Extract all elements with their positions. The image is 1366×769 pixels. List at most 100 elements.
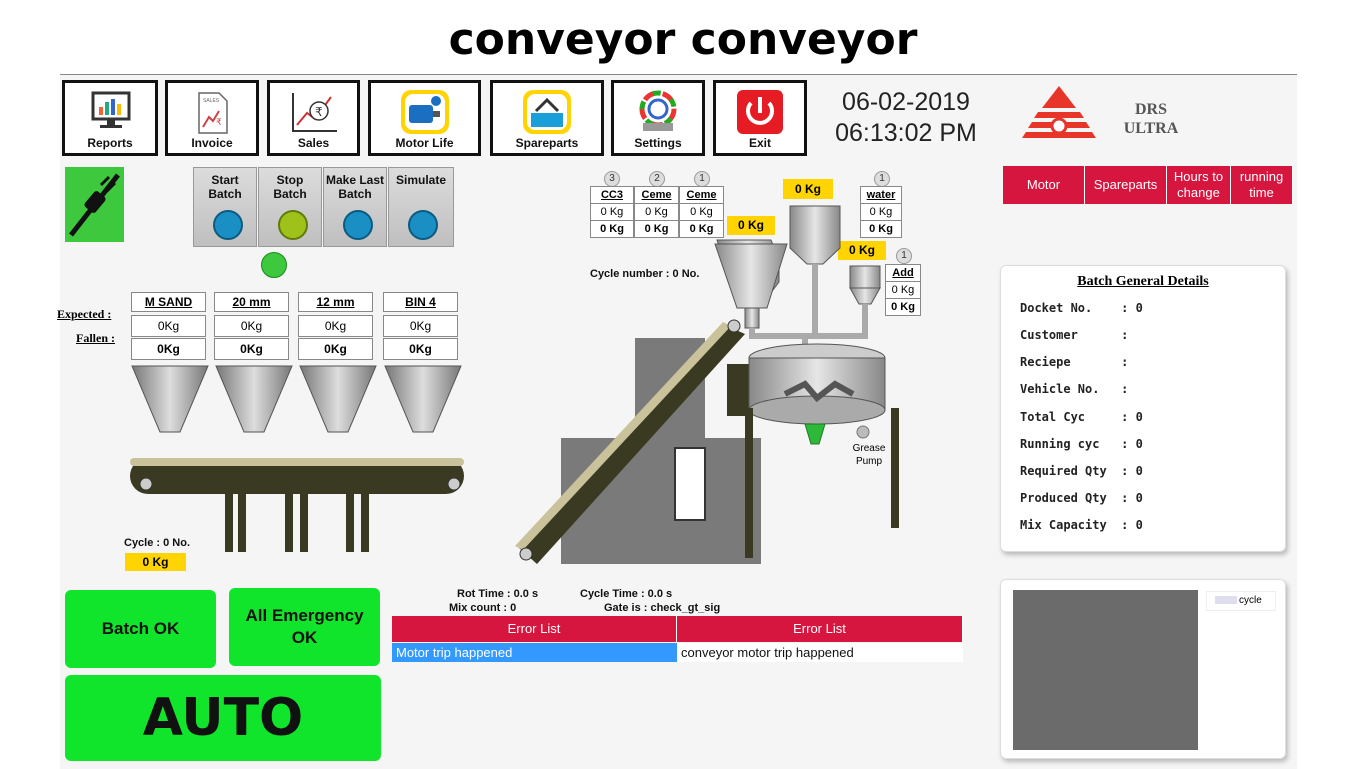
auto-mode-button[interactable]: AUTO: [65, 675, 381, 761]
spareparts-icon: [523, 90, 571, 134]
sales-button[interactable]: ₹ Sales: [267, 80, 360, 156]
motor-life-icon: [400, 90, 449, 134]
make-last-batch-button[interactable]: Make Last Batch: [323, 167, 387, 247]
error-item[interactable]: conveyor motor trip happened: [677, 643, 963, 662]
error-list-header: Error List: [392, 616, 677, 642]
tab-motor[interactable]: Motor: [1003, 166, 1085, 204]
error-item[interactable]: Motor trip happened: [392, 643, 677, 662]
fallen-label: Fallen :: [76, 331, 115, 345]
cycle-weight: 0 Kg: [125, 553, 186, 571]
plug-disconnected-icon[interactable]: [65, 167, 124, 242]
svg-text:₹: ₹: [216, 118, 222, 128]
brand-name: DRS ULTRA: [1116, 100, 1186, 138]
aggregate-bins-conveyor: [130, 365, 464, 552]
tab-spareparts[interactable]: Spareparts: [1085, 166, 1167, 204]
stop-batch-knob-icon: [278, 210, 308, 240]
water-number: 1: [874, 171, 890, 187]
time-text: 06:13:02 PM: [835, 119, 977, 147]
chart-legend: cycle: [1206, 591, 1276, 611]
grease-pump-label: Grease Pump: [852, 443, 886, 467]
make-last-batch-knob-icon: [343, 210, 373, 240]
invoice-icon-text: SALES: [203, 98, 220, 104]
cycle-chart-card: cycle: [1000, 579, 1286, 759]
make-last-batch-label: Make Last Batch: [325, 173, 385, 201]
expected-label: Expected :: [57, 307, 112, 321]
exit-label: Exit: [748, 136, 771, 150]
start-batch-knob-icon: [213, 210, 243, 240]
rot-time: Rot Time : 0.0 s: [457, 588, 539, 600]
bin-expected: 0Kg: [214, 315, 289, 337]
cement-number: 1: [694, 171, 710, 187]
error-list-header: Error List: [677, 616, 963, 642]
bin-name: 12 mm: [298, 292, 373, 312]
datetime-display: 06-02-2019 06:13:02 PM: [822, 88, 990, 148]
bin-fallen: 0Kg: [383, 338, 458, 360]
start-batch-button[interactable]: Start Batch: [193, 167, 257, 247]
mix-capacity-row: Mix Capacity : 0: [1020, 518, 1143, 532]
reports-label: Reports: [87, 136, 133, 150]
tab-running-time[interactable]: running time: [1231, 166, 1293, 204]
power-icon: [737, 90, 783, 134]
spareparts-label: Spareparts: [515, 136, 579, 150]
bin-fallen: 0Kg: [214, 338, 289, 360]
brand-logo: [1022, 86, 1096, 138]
vehicle-row: Vehicle No. :: [1020, 382, 1129, 396]
running-cyc-row: Running cyc : 0: [1020, 437, 1143, 451]
motor-life-label: Motor Life: [395, 136, 454, 150]
legend-swatch-icon: [1215, 596, 1237, 605]
tab-hours-to-change[interactable]: Hours to change: [1167, 166, 1231, 204]
page-title: conveyor conveyor: [448, 14, 918, 65]
produced-qty-row: Produced Qty : 0: [1020, 491, 1143, 505]
chart-plot-area: [1013, 590, 1198, 750]
simulate-label: Simulate: [395, 173, 446, 187]
invoice-label: Invoice: [191, 136, 233, 150]
timer-icon[interactable]: [261, 252, 287, 278]
motor-life-button[interactable]: Motor Life: [368, 80, 481, 156]
sales-label: Sales: [297, 136, 330, 150]
required-qty-row: Required Qty : 0: [1020, 464, 1143, 478]
settings-button[interactable]: Settings: [611, 80, 705, 156]
bin-name: BIN 4: [383, 292, 458, 312]
brand-line1: DRS: [1134, 101, 1167, 118]
stop-batch-label: Stop Batch: [273, 173, 307, 201]
cycle-count: Cycle : 0 No.: [124, 537, 191, 549]
batch-ok-button[interactable]: Batch OK: [65, 590, 216, 668]
stop-batch-button[interactable]: Stop Batch: [258, 167, 322, 247]
brand-line2: ULTRA: [1123, 120, 1179, 137]
recipe-row: Reciepe :: [1020, 355, 1129, 369]
legend-label: cycle: [1239, 595, 1262, 606]
settings-label: Settings: [634, 136, 682, 150]
bin-expected: 0Kg: [131, 315, 206, 337]
svg-text:₹: ₹: [315, 105, 323, 119]
simulate-knob-icon: [408, 210, 438, 240]
invoice-button[interactable]: SALES ₹ Invoice: [165, 80, 259, 156]
gate-status: Gate is : check_gt_sig: [604, 602, 721, 614]
bin-fallen: 0Kg: [131, 338, 206, 360]
date-text: 06-02-2019: [842, 88, 970, 116]
simulate-button[interactable]: Simulate: [388, 167, 454, 247]
reports-icon: [91, 91, 131, 128]
cement-number: 2: [649, 171, 665, 187]
reports-button[interactable]: Reports: [62, 80, 158, 156]
cement-scale-weight: 0 Kg: [783, 179, 833, 199]
start-batch-label: Start Batch: [208, 173, 242, 201]
mix-count: Mix count : 0: [449, 602, 517, 614]
sales-icon: ₹: [291, 93, 337, 132]
batch-details-card: Batch General Details Docket No. : 0 Cus…: [1000, 265, 1286, 552]
bin-expected: 0Kg: [383, 315, 458, 337]
bin-name: 20 mm: [214, 292, 289, 312]
all-emergency-ok-button[interactable]: All Emergency OK: [229, 588, 380, 666]
docket-row: Docket No. : 0: [1020, 301, 1143, 315]
total-cyc-row: Total Cyc : 0: [1020, 410, 1143, 424]
bin-name: M SAND: [131, 292, 206, 312]
cycle-time: Cycle Time : 0.0 s: [580, 588, 673, 600]
exit-button[interactable]: Exit: [713, 80, 807, 156]
settings-icon: [639, 90, 677, 131]
mixer-plant-diagram: [515, 205, 899, 564]
bin-expected: 0Kg: [298, 315, 373, 337]
invoice-icon: SALES ₹: [198, 92, 228, 134]
cement-number: 3: [604, 171, 620, 187]
customer-row: Customer :: [1020, 328, 1129, 342]
batch-details-title: Batch General Details: [1077, 274, 1209, 289]
spareparts-button[interactable]: Spareparts: [490, 80, 604, 156]
